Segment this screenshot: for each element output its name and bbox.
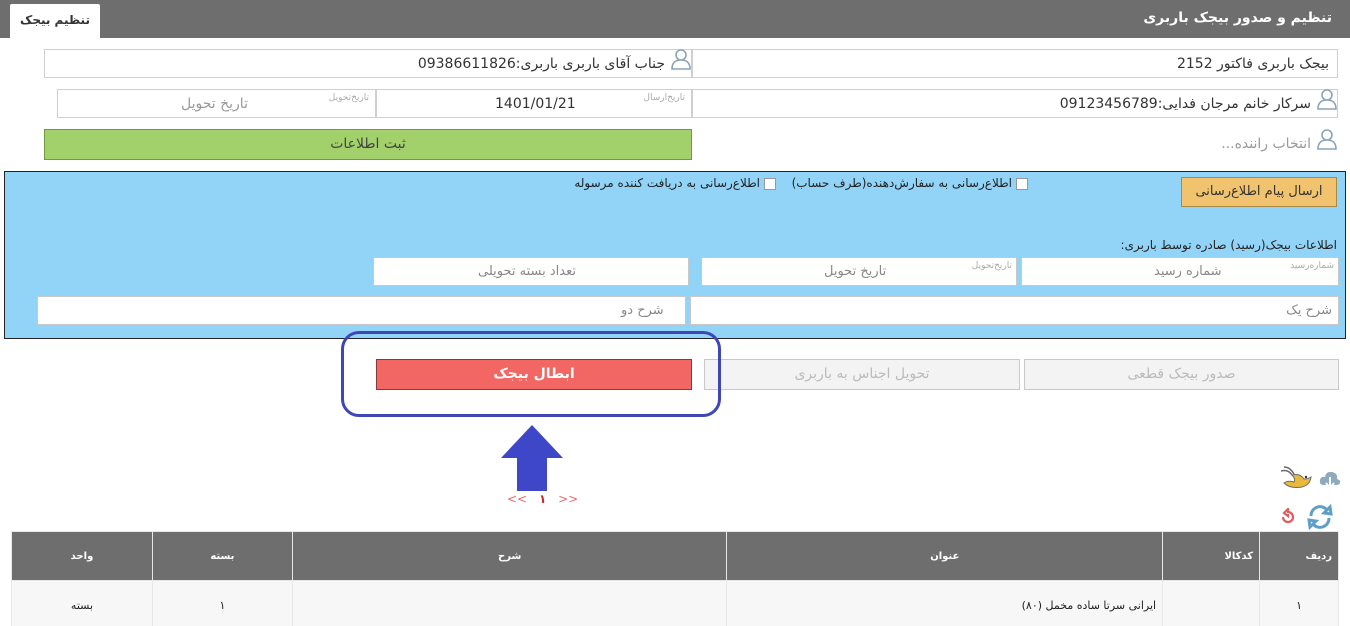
col-package: بسته	[151, 531, 293, 581]
col-description: شرح	[291, 531, 728, 581]
delivery-date-small-label: تاریخ‌تحویل	[328, 93, 369, 103]
delivery-date-field[interactable]: تاریخ‌تحویل تاریخ تحویل	[57, 89, 376, 118]
user-icon	[671, 49, 691, 70]
items-table: ردیف کدکالا عنوان شرح بسته واحد ۱ ایرانی…	[11, 531, 1339, 626]
user-icon	[1317, 89, 1337, 110]
package-count-field[interactable]: تعداد بسته تحویلی	[373, 257, 689, 286]
package-count-placeholder: تعداد بسته تحویلی	[478, 264, 576, 279]
top-bar: تنظیم و صدور بیجک باربری تنظیم بیجک	[0, 0, 1350, 38]
deliver-goods-button[interactable]: تحویل اجناس به باربری	[704, 359, 1020, 390]
carrier-field[interactable]: جناب آقای باربری باربری:09386611826	[44, 49, 692, 78]
pager-next-link[interactable]: >>	[558, 492, 578, 506]
notify-receiver-label: اطلاع‌رسانی به دریافت کننده مرسوله	[574, 176, 760, 190]
final-issue-button[interactable]: صدور بیجک قطعی	[1024, 359, 1339, 390]
panel-delivery-date-field[interactable]: تاریخ‌تحویل تاریخ تحویل	[701, 257, 1017, 286]
cloud-download-icon[interactable]	[1318, 467, 1342, 491]
invoice-field[interactable]: بیجک باربری فاکتور 2152	[692, 49, 1338, 78]
cell-row: ۱	[1259, 580, 1339, 626]
notification-panel: ارسال پیام اطلاع‌رسانی اطلاع‌رسانی به سف…	[4, 171, 1346, 339]
description-one-placeholder: شرح یک	[1286, 303, 1332, 318]
page-title: تنظیم و صدور بیجک باربری	[1143, 10, 1332, 26]
pager-current-page[interactable]: ۱	[539, 492, 546, 506]
delivery-date-placeholder: تاریخ تحویل	[181, 96, 248, 112]
cell-package: ۱	[151, 580, 293, 626]
customer-field-value: سرکار خانم مرجان فدایی:09123456789	[1059, 96, 1311, 112]
refresh-icon[interactable]	[1306, 504, 1334, 530]
receipt-number-small-label: شماره‌رسید	[1290, 261, 1334, 271]
highlight-frame	[341, 331, 721, 417]
col-row: ردیف	[1259, 531, 1339, 581]
carrier-field-value: جناب آقای باربری باربری:09386611826	[417, 56, 665, 72]
user-icon	[1317, 129, 1337, 150]
table-header-row: ردیف کدکالا عنوان شرح بسته واحد	[11, 531, 1339, 581]
reset-icon[interactable]	[1279, 508, 1297, 526]
pager-prev-link[interactable]: <<	[507, 492, 527, 506]
panel-delivery-date-small-label: تاریخ‌تحویل	[971, 261, 1012, 271]
customer-field[interactable]: سرکار خانم مرجان فدایی:09123456789	[692, 89, 1338, 118]
cell-code	[1162, 580, 1261, 626]
driver-select[interactable]: انتخاب راننده...	[692, 129, 1338, 158]
col-title: عنوان	[726, 531, 1164, 581]
col-code: کدکالا	[1162, 531, 1261, 581]
driver-placeholder: انتخاب راننده...	[1221, 136, 1311, 152]
receipt-section-label: اطلاعات بیجک(رسید) صادره توسط باربری:	[1120, 238, 1337, 252]
description-two-field[interactable]: شرح دو	[37, 296, 686, 325]
send-date-field[interactable]: تاریخ‌ارسال 1401/01/21	[376, 89, 692, 118]
cell-unit: بسته	[11, 580, 153, 626]
save-info-button[interactable]: ثبت اطلاعات	[44, 129, 692, 160]
bird-icon[interactable]	[1278, 465, 1314, 495]
description-two-placeholder: شرح دو	[621, 303, 664, 318]
receipt-number-placeholder: شماره رسید	[1154, 264, 1222, 279]
col-unit: واحد	[11, 531, 153, 581]
send-notification-button[interactable]: ارسال پیام اطلاع‌رسانی	[1181, 177, 1337, 207]
cell-title: ایرانی سرتا ساده مخمل (۸۰)	[726, 580, 1164, 626]
send-date-small-label: تاریخ‌ارسال	[643, 93, 685, 103]
panel-delivery-date-placeholder: تاریخ تحویل	[824, 264, 887, 279]
notify-sender-label: اطلاع‌رسانی به سفارش‌دهنده(طرف حساب)	[791, 176, 1012, 190]
send-date-value: 1401/01/21	[495, 96, 576, 112]
table-row[interactable]: ۱ ایرانی سرتا ساده مخمل (۸۰) ۱ بسته	[11, 580, 1339, 626]
arrow-up-icon	[501, 425, 563, 491]
tab-invoice-settings[interactable]: تنظیم بیجک	[10, 4, 100, 38]
cell-description	[291, 580, 728, 626]
pagination: << ۱ >>	[503, 492, 582, 506]
notify-receiver-checkbox[interactable]	[764, 178, 776, 190]
receipt-number-field[interactable]: شماره‌رسید شماره رسید	[1021, 257, 1339, 286]
description-one-field[interactable]: شرح یک	[690, 296, 1339, 325]
invoice-field-value: بیجک باربری فاکتور 2152	[1176, 56, 1329, 72]
notify-sender-checkbox[interactable]	[1016, 178, 1028, 190]
